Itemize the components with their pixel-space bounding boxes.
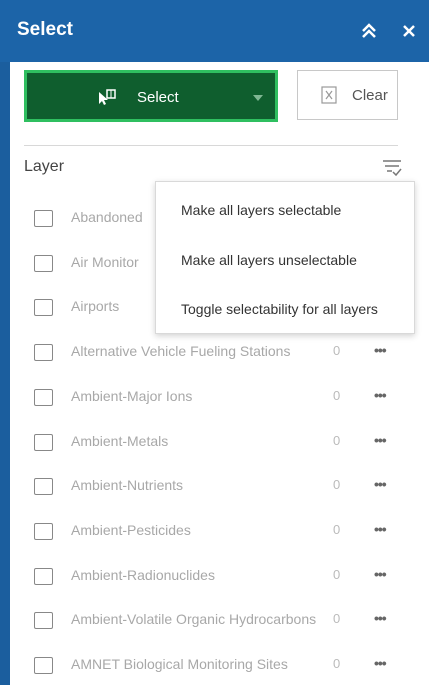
layer-selected-count: 0 — [333, 477, 341, 493]
layer-row: Alternative Vehicle Fueling Stations 0 ••• — [10, 330, 429, 375]
dropdown-caret-icon[interactable] — [253, 95, 263, 101]
select-panel: Select Select Clear Layer Abandoned Air … — [0, 0, 429, 685]
layer-row: Ambient-Metals 0 ••• — [10, 420, 429, 465]
layer-options-menu: Make all layers selectable Make all laye… — [155, 181, 415, 334]
layer-checkbox[interactable] — [34, 657, 53, 674]
menu-item-make-unselectable[interactable]: Make all layers unselectable — [181, 252, 357, 268]
menu-item-make-selectable[interactable]: Make all layers selectable — [181, 202, 341, 218]
layer-selected-count: 0 — [333, 656, 341, 671]
layer-row: Ambient-Nutrients 0 ••• — [10, 464, 429, 509]
select-button[interactable]: Select — [24, 70, 278, 122]
layer-row: AMNET Biological Monitoring Sites 0 ••• — [10, 643, 429, 688]
clear-selection-icon — [320, 85, 340, 105]
layer-name: Ambient-Major Ions — [71, 387, 193, 404]
more-options-icon[interactable]: ••• — [374, 476, 387, 492]
more-options-icon[interactable]: ••• — [374, 610, 387, 626]
layer-name: AMNET Biological Monitoring Sites — [71, 656, 288, 672]
layer-checkbox[interactable] — [34, 478, 53, 496]
layer-name: Ambient-Metals — [71, 432, 169, 449]
layer-checkbox[interactable] — [34, 612, 53, 630]
layer-name: Ambient-Radionuclides — [71, 566, 215, 583]
layer-checkbox[interactable] — [34, 254, 53, 272]
layer-selected-count: 0 — [333, 566, 341, 582]
more-options-icon[interactable]: ••• — [374, 655, 387, 671]
layer-column-header: Layer — [24, 158, 65, 175]
layer-name: Abandoned — [71, 209, 143, 225]
layer-checkbox[interactable] — [34, 522, 53, 540]
layer-selected-count: 0 — [333, 521, 341, 537]
menu-item-toggle-selectability[interactable]: Toggle selectability for all layers — [181, 301, 378, 317]
panel-header: Select — [0, 0, 429, 62]
double-chevron-up-icon[interactable] — [357, 19, 381, 43]
close-icon[interactable] — [397, 19, 421, 43]
layer-name: Air Monitor — [71, 253, 139, 270]
panel-title: Select — [17, 19, 73, 40]
select-cursor-icon — [97, 88, 116, 106]
layer-row: Ambient-Major Ions 0 ••• — [10, 375, 429, 420]
more-options-icon[interactable]: ••• — [374, 387, 387, 403]
layer-name: Ambient-Nutrients — [71, 477, 184, 494]
layer-selected-count: 0 — [333, 611, 341, 627]
layer-selected-count: 0 — [333, 343, 341, 359]
layer-row: Ambient-Pesticides 0 ••• — [10, 509, 429, 554]
select-button-label: Select — [137, 89, 179, 106]
more-options-icon[interactable]: ••• — [374, 342, 387, 358]
layer-checkbox[interactable] — [34, 567, 53, 585]
layer-selected-count: 0 — [333, 387, 341, 403]
layer-name: Ambient-Pesticides — [71, 521, 191, 538]
layer-selected-count: 0 — [333, 432, 341, 448]
layer-row: Ambient-Radionuclides 0 ••• — [10, 554, 429, 599]
layer-checkbox[interactable] — [34, 299, 53, 317]
more-options-icon[interactable]: ••• — [374, 432, 387, 448]
more-options-icon[interactable]: ••• — [374, 521, 387, 537]
layer-row: Ambient-Volatile Organic Hydrocarbons 0 ••… — [10, 598, 429, 643]
divider — [24, 145, 398, 146]
more-options-icon[interactable]: ••• — [374, 566, 387, 582]
layer-checkbox[interactable] — [34, 210, 53, 227]
clear-button[interactable]: Clear — [297, 70, 398, 120]
layer-checkbox[interactable] — [34, 388, 53, 406]
filter-options-icon[interactable] — [381, 157, 403, 179]
layer-checkbox[interactable] — [34, 344, 53, 362]
layer-checkbox[interactable] — [34, 433, 53, 451]
clear-button-label: Clear — [352, 87, 388, 104]
layer-name: Alternative Vehicle Fueling Stations — [71, 343, 291, 360]
layer-name: Airports — [71, 298, 120, 315]
layer-name: Ambient-Volatile Organic Hydrocarbons — [71, 611, 317, 628]
